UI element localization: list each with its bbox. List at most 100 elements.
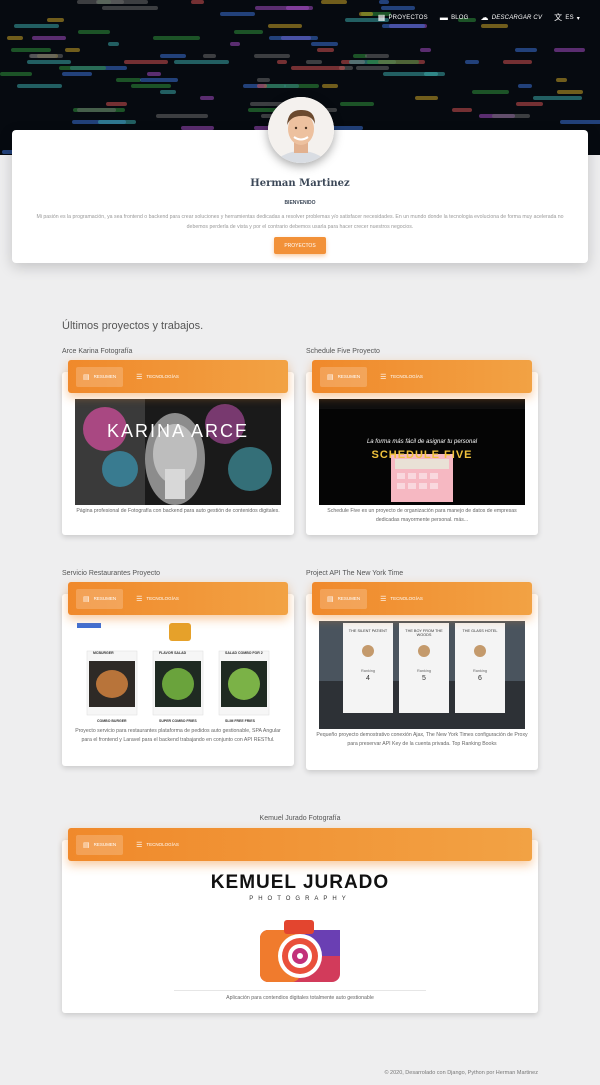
- tab-technologies-label: TECNOLOGÍAS: [146, 842, 179, 847]
- code-line: [340, 102, 374, 106]
- thumb-rank-label-1: Ranking: [361, 669, 375, 673]
- code-line: [106, 102, 127, 106]
- list-icon: ☰: [380, 373, 387, 381]
- footer-text: © 2020, Desarrolado con Django, Python p…: [384, 1070, 538, 1076]
- nav-download-cv[interactable]: ☁ DESCARGAR CV: [481, 14, 543, 22]
- nav-projects[interactable]: ▦ PROYECTOS: [378, 14, 428, 22]
- code-line: [102, 6, 158, 10]
- project-thumbnail-kemuel[interactable]: KEMUEL JURADO PHOTOGRAPHY: [174, 870, 426, 990]
- tab-technologies[interactable]: ☰ TECNOLOGÍAS: [373, 367, 430, 387]
- code-line: [220, 12, 255, 16]
- project-thumbnail-nyt[interactable]: THE SILENT PATIENT THE BOY FROM THE WOOD…: [319, 621, 525, 729]
- code-line: [415, 96, 438, 100]
- code-line: [492, 114, 530, 118]
- project-title-restaurant: Servicio Restaurantes Proyecto: [62, 570, 161, 577]
- tab-summary-label: RESUMEN: [337, 374, 361, 379]
- code-line: [200, 96, 214, 100]
- code-line: [14, 24, 59, 28]
- code-line: [321, 0, 347, 4]
- tab-technologies-label: TECNOLOGÍAS: [146, 374, 179, 379]
- code-line: [140, 78, 178, 82]
- tab-technologies[interactable]: ☰ TECNOLOGÍAS: [129, 835, 186, 855]
- thumb-subtitle-kemuel: PHOTOGRAPHY: [249, 896, 351, 902]
- code-line: [472, 90, 509, 94]
- project-description-restaurant: Proyecto servicio para restaurantes plat…: [75, 728, 281, 743]
- list-icon: ☰: [136, 373, 143, 381]
- code-line: [47, 18, 64, 22]
- tab-summary[interactable]: ▤ RESUMEN: [76, 366, 124, 387]
- code-line: [62, 72, 92, 76]
- thumb-bottom-3: SLIM FREE FRIES: [225, 719, 255, 723]
- tab-summary[interactable]: ▤ RESUMEN: [320, 366, 368, 387]
- grid-icon: ▦: [377, 13, 386, 22]
- project-thumbnail-schedule[interactable]: La forma más fácil de asignar tu persona…: [319, 399, 525, 505]
- project-card-nyt: THE SILENT PATIENT THE BOY FROM THE WOOD…: [306, 594, 538, 770]
- tab-technologies[interactable]: ☰ TECNOLOGÍAS: [373, 589, 430, 609]
- avatar: [268, 97, 334, 163]
- code-line: [516, 102, 543, 106]
- thumb-rank-2: 5: [422, 675, 426, 682]
- project-tabs-restaurant: ▤ RESUMEN ☰ TECNOLOGÍAS: [68, 582, 288, 615]
- code-line: [381, 6, 415, 10]
- folder-icon: ▬: [439, 13, 449, 22]
- code-line: [108, 42, 119, 46]
- tab-summary[interactable]: ▤ RESUMEN: [76, 834, 124, 855]
- tab-technologies[interactable]: ☰ TECNOLOGÍAS: [129, 589, 186, 609]
- code-line: [29, 54, 56, 58]
- code-line: [452, 108, 472, 112]
- project-title-schedule: Schedule Five Proyecto: [306, 348, 380, 355]
- code-line: [124, 60, 168, 64]
- code-line: [317, 48, 334, 52]
- nav-blog[interactable]: ▬ BLOG: [440, 14, 469, 22]
- code-line: [156, 114, 208, 118]
- project-card-kemuel: KEMUEL JURADO PHOTOGRAPHY Aplicación par…: [62, 840, 538, 1013]
- camera-logo-icon: [260, 920, 340, 982]
- tab-summary-label: RESUMEN: [93, 374, 117, 379]
- code-line: [554, 48, 585, 52]
- code-line: [17, 84, 62, 88]
- list-icon: ☰: [380, 595, 387, 603]
- tab-summary-label: RESUMEN: [93, 842, 117, 847]
- nav-projects-label: PROYECTOS: [388, 15, 428, 21]
- code-line: [420, 48, 431, 52]
- project-title-kemuel: Kemuel Jurado Fotografía: [259, 815, 341, 822]
- code-line: [503, 60, 532, 64]
- project-description-nyt: Pequeño proyecto demostrativo conexión A…: [316, 732, 528, 747]
- code-line: [174, 60, 229, 64]
- code-line: [322, 84, 338, 88]
- code-line: [306, 60, 322, 64]
- document-icon: ▤: [327, 373, 334, 381]
- code-line: [424, 72, 445, 76]
- project-thumbnail-restaurant[interactable]: MCBURGER FLAVOR SALAD SALAD COMBO FOR 2 …: [75, 621, 281, 727]
- projects-button[interactable]: PROYECTOS: [274, 237, 326, 254]
- code-line: [65, 48, 80, 52]
- code-line: [291, 66, 345, 70]
- thumb-bottom-1: COMBO BURGER: [97, 719, 127, 723]
- tab-summary[interactable]: ▤ RESUMEN: [76, 588, 124, 609]
- code-line: [359, 12, 373, 16]
- tab-technologies[interactable]: ☰ TECNOLOGÍAS: [129, 367, 186, 387]
- code-line: [203, 54, 216, 58]
- thumb-text-arce: KARINA ARCE: [106, 421, 250, 441]
- tab-summary[interactable]: ▤ RESUMEN: [320, 588, 368, 609]
- thumb-item-2: FLAVOR SALAD: [159, 651, 187, 655]
- thumb-book-2: THE BOY FROM THE WOODS: [405, 629, 443, 637]
- nav-language-label: ES: [565, 15, 574, 21]
- code-line: [379, 0, 389, 4]
- list-icon: ☰: [136, 595, 143, 603]
- profile-name: Herman Martinez: [250, 178, 350, 189]
- nav-language[interactable]: 文 ES ▾: [554, 14, 580, 22]
- code-line: [277, 60, 287, 64]
- tab-technologies-label: TECNOLOGÍAS: [390, 374, 423, 379]
- translate-icon: 文: [554, 13, 563, 22]
- code-line: [0, 72, 32, 76]
- code-line: [257, 84, 267, 88]
- project-description-kemuel: Aplicación para contendios digitales tot…: [226, 995, 374, 1001]
- code-line: [356, 66, 389, 70]
- code-line: [515, 48, 537, 52]
- code-line: [257, 78, 270, 82]
- project-thumbnail-arce[interactable]: KARINA ARCE: [75, 399, 281, 505]
- thumb-bottom-2: SUPER COMBO FRIES: [159, 719, 197, 723]
- code-line: [131, 84, 171, 88]
- code-line: [311, 42, 338, 46]
